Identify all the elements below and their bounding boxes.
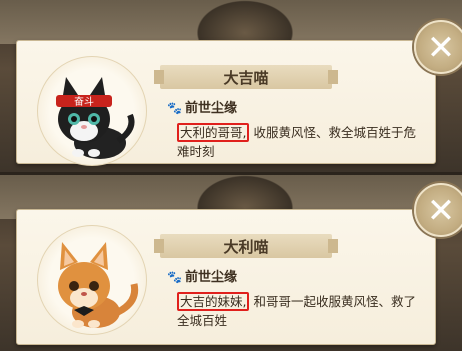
cat-name: 大吉喵 xyxy=(223,69,269,87)
section-title: 🐾 前世尘缘 xyxy=(167,97,237,116)
paw-icon: 🐾 xyxy=(167,101,182,115)
close-button[interactable]: ✕ xyxy=(414,183,462,237)
close-button[interactable]: ✕ xyxy=(414,20,462,74)
cat-description: 大利的哥哥, 收服黄风怪、救全城百姓于危难时刻 xyxy=(177,123,427,161)
background-pagoda xyxy=(190,0,300,42)
black-cat-illustration: 奋斗 xyxy=(56,77,135,159)
cat-avatar: 奋斗 xyxy=(37,56,147,166)
section-label: 前世尘缘 xyxy=(184,270,237,285)
name-banner: 大吉喵 xyxy=(154,65,338,89)
paw-icon: 🐾 xyxy=(167,270,182,284)
orange-cat-illustration xyxy=(58,242,139,328)
section-label: 前世尘缘 xyxy=(184,101,237,116)
close-icon: ✕ xyxy=(426,191,456,231)
highlighted-relation: 大利的哥哥, xyxy=(177,123,250,142)
highlighted-relation: 大吉的妹妹, xyxy=(177,292,250,311)
headband-text: 奋斗 xyxy=(74,95,94,108)
cat-card: 大利喵 🐾 前世尘缘 大吉的妹妹, 和哥哥一起收服黄风怪、救了全城百姓 xyxy=(16,209,436,345)
cat-card: 奋斗 大吉喵 🐾 前世尘缘 大利的哥哥, 收服黄风怪、救全城百姓于危难时刻 xyxy=(16,40,436,166)
cat-info-panel-1: 奋斗 大吉喵 🐾 前世尘缘 大利的哥哥, 收服黄风怪、救全城百姓于危难时刻 ✕ xyxy=(0,0,462,172)
cat-description: 大吉的妹妹, 和哥哥一起收服黄风怪、救了全城百姓 xyxy=(177,292,427,330)
close-icon: ✕ xyxy=(426,28,456,68)
section-title: 🐾 前世尘缘 xyxy=(167,266,237,285)
cat-info-panel-2: 大利喵 🐾 前世尘缘 大吉的妹妹, 和哥哥一起收服黄风怪、救了全城百姓 ✕ xyxy=(0,175,462,351)
cat-name: 大利喵 xyxy=(223,238,269,256)
name-banner: 大利喵 xyxy=(154,234,338,258)
cat-avatar xyxy=(37,225,147,335)
